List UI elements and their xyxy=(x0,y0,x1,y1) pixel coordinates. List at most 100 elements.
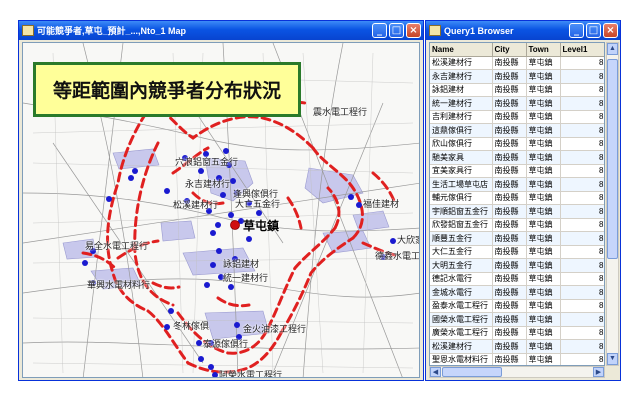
column-header-town[interactable]: Town xyxy=(526,43,561,57)
competitor-dot[interactable] xyxy=(246,236,252,242)
close-icon[interactable]: × xyxy=(603,23,618,38)
minimize-icon[interactable]: _ xyxy=(569,23,584,38)
scroll-up-icon[interactable]: ▲ xyxy=(607,43,618,55)
cell-city: 南投縣 xyxy=(492,299,527,313)
road xyxy=(302,43,344,377)
cell-town: 草屯鎮 xyxy=(526,110,561,124)
competitor-dot[interactable] xyxy=(228,284,234,290)
competitor-dot[interactable] xyxy=(228,212,234,218)
competitor-dot[interactable] xyxy=(212,372,218,378)
scroll-down-icon[interactable]: ▼ xyxy=(607,353,618,365)
competitor-dot[interactable] xyxy=(204,282,210,288)
map-canvas[interactable]: 等距範圍內競爭者分布狀況 草屯鎮 震水電工程行 穴浪鋁窗五金行 永吉建材行 逢興… xyxy=(22,42,420,378)
competitor-dot[interactable] xyxy=(210,262,216,268)
competitor-dot[interactable] xyxy=(256,210,262,216)
column-header-city[interactable]: City xyxy=(492,43,527,57)
cell-town: 草屯鎮 xyxy=(526,299,561,313)
table-row[interactable]: 德記水電行 南投縣 草屯鎮 8 xyxy=(430,272,604,286)
table-row[interactable]: 統一建材行 南投縣 草屯鎮 8 xyxy=(430,96,604,111)
competitor-dot[interactable] xyxy=(390,238,396,244)
cell-level1: 8 xyxy=(560,56,604,70)
competitor-dot[interactable] xyxy=(216,248,222,254)
competitor-dot[interactable] xyxy=(168,308,174,314)
table-row[interactable]: 這鼎傢俱行 南投縣 草屯鎮 8 xyxy=(430,123,604,138)
table-row[interactable]: 欣山傢俱行 南投縣 草屯鎮 8 xyxy=(430,137,604,151)
competitor-dot[interactable] xyxy=(132,168,138,174)
cell-town: 草屯鎮 xyxy=(526,137,561,151)
town-center-marker[interactable] xyxy=(230,220,240,230)
competitor-dot[interactable] xyxy=(106,196,112,202)
competitor-dot[interactable] xyxy=(215,222,221,228)
cell-level1: 8 xyxy=(560,110,604,124)
query-results-grid[interactable]: Name City Town Level1 松溪建材行 南投縣 草屯鎮 8 永吉建材行南… xyxy=(429,42,605,366)
cell-level1: 8 xyxy=(560,245,604,259)
cell-name: 順豐五金行 xyxy=(430,231,493,246)
table-row[interactable]: 金城水電行 南投縣 草屯鎮 8 xyxy=(430,285,604,300)
map-label: 永吉建材行 xyxy=(185,179,231,189)
horizontal-scrollbar[interactable]: ◀ ▶ xyxy=(429,366,605,378)
scroll-right-icon[interactable]: ▶ xyxy=(593,367,604,377)
table-row[interactable]: 廣榮水電工程行 南投縣 草屯鎮 8 xyxy=(430,326,604,340)
buffer-segment xyxy=(279,236,355,335)
cell-name: 永吉建材行 xyxy=(430,69,493,84)
competitor-dot[interactable] xyxy=(82,260,88,266)
close-icon[interactable]: × xyxy=(406,23,421,38)
competitor-dot[interactable] xyxy=(164,324,170,330)
table-row[interactable]: 松溪建材行 南投縣 草屯鎮 8 xyxy=(430,56,604,70)
cell-name: 統一建材行 xyxy=(430,96,493,111)
competitor-dot[interactable] xyxy=(198,356,204,362)
competitor-dot[interactable] xyxy=(230,178,236,184)
cell-level1: 8 xyxy=(560,272,604,286)
query-browser-window[interactable]: Query1 Browser _ □ × Name City Town Leve… xyxy=(425,20,621,381)
buffer-inner xyxy=(216,296,251,308)
table-row[interactable]: 詠鋁建材 南投縣 草屯鎮 8 xyxy=(430,83,604,97)
map-label: 華興水電材料行 xyxy=(87,280,151,290)
vertical-scrollbar[interactable]: ▲ ▼ xyxy=(606,42,619,366)
cell-city: 南投縣 xyxy=(492,218,527,232)
cell-town: 草屯鎮 xyxy=(526,56,561,70)
table-row[interactable]: 大明五金行 南投縣 草屯鎮 8 xyxy=(430,258,604,273)
table-row[interactable]: 宇順鋁窗五金行 南投縣 草屯鎮 8 xyxy=(430,204,604,219)
scroll-left-icon[interactable]: ◀ xyxy=(430,367,441,377)
competitor-dot[interactable] xyxy=(356,202,362,208)
column-header-level1[interactable]: Level1 xyxy=(560,43,604,57)
competitor-dot[interactable] xyxy=(208,364,214,370)
table-row[interactable]: 馳美家具 南投縣 草屯鎮 8 xyxy=(430,150,604,165)
table-row[interactable]: 輔元傢俱行 南投縣 草屯鎮 8 xyxy=(430,191,604,205)
cell-city: 南投縣 xyxy=(492,150,527,165)
vertical-scroll-thumb[interactable] xyxy=(607,59,618,259)
table-row[interactable]: 宜美家具行 南投縣 草屯鎮 8 xyxy=(430,164,604,178)
cell-city: 南投縣 xyxy=(492,285,527,300)
maximize-icon[interactable]: □ xyxy=(586,23,601,38)
table-row[interactable]: 國榮水電工程行 南投縣 草屯鎮 8 xyxy=(430,312,604,327)
table-row[interactable]: 盈泰水電工程行 南投縣 草屯鎮 8 xyxy=(430,299,604,313)
map-window[interactable]: 可能競爭者,草屯_預計_...,Nto_1 Map _ □ × 等距範圍內競爭者… xyxy=(18,20,424,381)
table-row[interactable]: 欣發鋁窗五金行 南投縣 草屯鎮 8 xyxy=(430,218,604,232)
table-row[interactable]: 大仁五金行 南投縣 草屯鎮 8 xyxy=(430,245,604,259)
competitor-dot[interactable] xyxy=(223,148,229,154)
column-header-name[interactable]: Name xyxy=(430,43,493,57)
table-row[interactable]: 吉利建材行 南投縣 草屯鎮 8 xyxy=(430,110,604,124)
cell-city: 南投縣 xyxy=(492,191,527,205)
map-titlebar[interactable]: 可能競爭者,草屯_預計_...,Nto_1 Map _ □ × xyxy=(19,21,423,40)
competitor-dot[interactable] xyxy=(234,322,240,328)
table-row[interactable]: 永吉建材行 南投縣 草屯鎮 8 xyxy=(430,69,604,84)
table-row[interactable]: 順豐五金行 南投縣 草屯鎮 8 xyxy=(430,231,604,246)
competitor-dot[interactable] xyxy=(164,188,170,194)
competitor-dot[interactable] xyxy=(198,168,204,174)
horizontal-scroll-thumb[interactable] xyxy=(442,367,502,377)
query-titlebar[interactable]: Query1 Browser _ □ × xyxy=(426,21,620,40)
competitor-dot[interactable] xyxy=(196,340,202,346)
cell-level1: 8 xyxy=(560,285,604,300)
table-row[interactable]: 聖恩水電材料行 南投縣 草屯鎮 8 xyxy=(430,353,604,365)
maximize-icon[interactable]: □ xyxy=(389,23,404,38)
minimize-icon[interactable]: _ xyxy=(372,23,387,38)
competitor-dot[interactable] xyxy=(210,230,216,236)
competitor-dot[interactable] xyxy=(348,194,354,200)
table-row[interactable]: 生活工場草屯店 南投縣 草屯鎮 8 xyxy=(430,177,604,192)
competitor-dot[interactable] xyxy=(128,175,134,181)
table-row[interactable]: 松溪建材行 南投縣 草屯鎮 8 xyxy=(430,339,604,354)
competitor-dot[interactable] xyxy=(220,192,226,198)
cell-city: 南投縣 xyxy=(492,326,527,340)
map-label: 統一建材行 xyxy=(223,273,269,283)
